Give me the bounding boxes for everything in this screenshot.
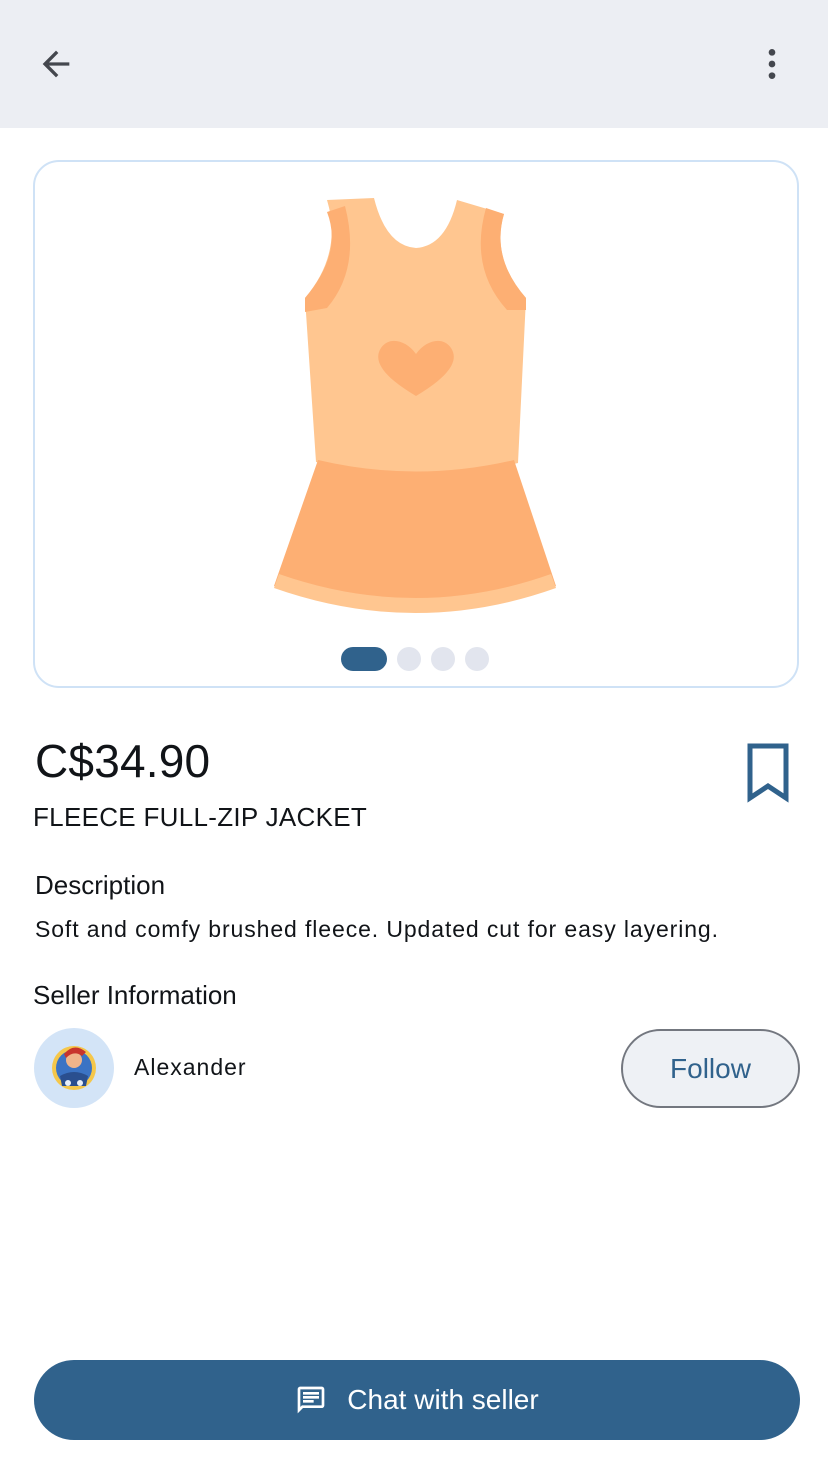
product-price: C$34.90 (35, 735, 211, 787)
carousel-pager (341, 646, 489, 672)
seller-info-heading: Seller Information (33, 980, 237, 1010)
product-title: FLEECE FULL-ZIP JACKET (33, 802, 368, 832)
top-app-bar (0, 0, 828, 128)
dress-illustration (274, 198, 556, 613)
arrow-back-icon (42, 50, 70, 78)
chat-with-seller-button[interactable]: Chat with seller (34, 1360, 800, 1440)
pager-dot[interactable] (397, 647, 421, 671)
more-options-button[interactable] (740, 32, 804, 96)
description-text: Soft and comfy brushed fleece. Updated c… (35, 916, 719, 942)
back-button[interactable] (24, 32, 88, 96)
seller-avatar[interactable] (34, 1028, 114, 1108)
chat-icon (295, 1384, 327, 1416)
pager-dot-active[interactable] (341, 647, 387, 671)
chat-button-label: Chat with seller (347, 1384, 539, 1415)
description-heading: Description (35, 870, 166, 900)
pager-dot[interactable] (431, 647, 455, 671)
bookmark-outline-icon (747, 743, 789, 803)
follow-button[interactable]: Follow (621, 1029, 800, 1108)
avatar-image (52, 1046, 96, 1090)
product-image-carousel[interactable] (33, 160, 799, 688)
seller-name: Alexander (134, 1054, 247, 1080)
more-vert-icon (768, 49, 776, 79)
bookmark-button[interactable] (736, 736, 800, 808)
product-detail-screen: C$34.90 FLEECE FULL-ZIP JACKET Descripti… (0, 0, 828, 1472)
pager-dot[interactable] (465, 647, 489, 671)
